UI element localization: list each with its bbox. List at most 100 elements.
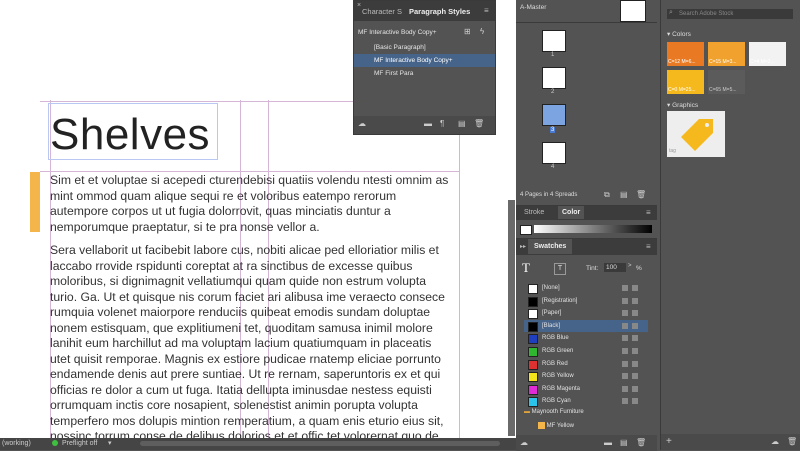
swatch-item[interactable]: RGB Cyan xyxy=(524,395,648,408)
page-thumbnail-selected[interactable] xyxy=(542,104,566,126)
master-label: A-Master xyxy=(520,4,547,11)
status-bar: (working) Preflight off ▾ xyxy=(0,438,516,450)
pages-panel[interactable]: A-Master 1 2 3 4 4 Pages in 4 Spreads ⧉ … xyxy=(516,0,657,205)
color-type-icon xyxy=(632,385,638,392)
master-thumbnail[interactable] xyxy=(620,0,646,22)
library-color-label: C=15 M=3... xyxy=(709,59,737,65)
tab-color[interactable]: Color xyxy=(558,206,585,219)
fill-text-icon[interactable]: T xyxy=(522,260,530,276)
panel-menu-icon[interactable]: ≡ xyxy=(646,242,651,251)
folder-icon[interactable]: ▬ xyxy=(424,119,432,128)
swatch-item[interactable]: RGB Green xyxy=(524,345,648,357)
close-icon[interactable]: × xyxy=(357,2,361,9)
collapse-icon[interactable]: ▸▸ xyxy=(520,243,526,250)
swatch-item[interactable]: RGB Magenta xyxy=(524,383,648,395)
swatch-label: RGB Red xyxy=(542,360,568,367)
swatch-label: [Black] xyxy=(542,322,561,329)
new-style-icon[interactable]: ▤ xyxy=(458,119,466,128)
preflight-label[interactable]: Preflight off xyxy=(62,440,97,447)
horizontal-scrollbar[interactable] xyxy=(140,441,500,446)
new-swatch-icon[interactable]: ▤ xyxy=(620,438,628,447)
preflight-status-icon xyxy=(52,440,58,446)
search-input[interactable]: ⌕ Search Adobe Stock xyxy=(667,9,793,19)
library-color-swatch[interactable]: C=12 M=6... xyxy=(667,42,704,66)
vertical-scrollbar[interactable] xyxy=(508,200,515,436)
working-label: (working) xyxy=(2,440,31,447)
swatch-label: [Registration] xyxy=(542,297,578,304)
style-item-selected[interactable]: MF Interactive Body Copy+ xyxy=(354,54,495,67)
tab-swatches[interactable]: Swatches xyxy=(528,239,573,254)
trash-icon[interactable]: 🗑 xyxy=(787,437,797,446)
library-color-label: C=12 M=6... xyxy=(668,59,696,65)
swatch-label: [None] xyxy=(542,285,560,291)
swatch-chip xyxy=(528,397,538,408)
none-swatch-icon[interactable] xyxy=(520,225,532,235)
library-graphic-thumbnail[interactable]: tag xyxy=(667,111,725,157)
style-item[interactable]: [Basic Paragraph] xyxy=(354,41,495,54)
library-color-label: C=4 M=2... xyxy=(750,59,775,65)
swatch-item[interactable]: [None] xyxy=(524,282,648,294)
accent-bar xyxy=(30,172,40,232)
swatch-group-label: Maynooth Furniture xyxy=(531,409,584,415)
swatch-item[interactable]: RGB Blue xyxy=(524,332,648,345)
margin-guide xyxy=(459,100,460,438)
page-thumbnail[interactable] xyxy=(542,67,566,89)
page-thumbnail[interactable] xyxy=(542,142,566,164)
style-item[interactable]: MF First Para xyxy=(354,67,495,80)
cloud-sync-icon[interactable]: ☁ xyxy=(771,437,779,446)
tab-stroke[interactable]: Stroke xyxy=(524,209,544,216)
library-color-swatch[interactable]: C=15 M=3... xyxy=(708,42,745,66)
trash-icon[interactable]: 🗑 xyxy=(636,190,646,199)
graphic-caption: tag xyxy=(669,148,676,154)
tab-paragraph-styles[interactable]: Paragraph Styles xyxy=(409,7,470,16)
colors-heading[interactable]: ▾ Colors xyxy=(667,30,691,38)
swatch-item[interactable]: [Paper] xyxy=(524,307,648,320)
swatch-item-selected[interactable]: [Black] xyxy=(524,319,648,332)
chevron-right-icon[interactable]: > xyxy=(628,263,632,269)
tint-input[interactable]: 100 xyxy=(604,263,626,272)
page-thumbnail[interactable] xyxy=(542,30,566,52)
library-color-swatch[interactable]: C=65 M=5... xyxy=(708,70,745,94)
page-size-icon[interactable]: ⧉ xyxy=(604,190,610,200)
swatch-item[interactable]: RGB Yellow xyxy=(524,370,648,383)
paragraph-styles-panel[interactable]: × Character S Paragraph Styles ≡ MF Inte… xyxy=(353,0,496,135)
swatch-label: RGB Yellow xyxy=(542,373,574,380)
swatch-item[interactable]: RGB Red xyxy=(524,358,648,370)
tint-ramp[interactable] xyxy=(534,225,652,233)
panel-menu-icon[interactable]: ≡ xyxy=(484,6,489,15)
chevron-down-icon[interactable]: ▾ xyxy=(108,439,112,447)
library-color-swatch[interactable]: C=4 M=2... xyxy=(749,42,786,66)
lightning-icon[interactable]: ϟ xyxy=(480,27,484,36)
create-style-group-icon[interactable]: ⊞ xyxy=(464,27,471,36)
clear-overrides-icon[interactable]: ¶ xyxy=(440,119,444,128)
add-icon[interactable]: + xyxy=(666,436,672,447)
swatch-group[interactable]: ▬ Maynooth Furniture xyxy=(524,409,584,415)
stroke-color-panel[interactable]: Stroke Color ≡ xyxy=(516,205,657,239)
pages-summary: 4 Pages in 4 Spreads xyxy=(520,192,578,198)
libraries-panel[interactable]: ⌕ Search Adobe Stock ▾ Colors C=12 M=6..… xyxy=(660,0,800,450)
format-text-icon[interactable]: T xyxy=(554,263,566,275)
trash-icon[interactable]: 🗑 xyxy=(636,438,646,447)
library-color-swatch[interactable]: C=0 M=25... xyxy=(667,70,704,94)
swatches-panel[interactable]: ▸▸ Swatches ≡ T T Tint: 100 > % [None] [R… xyxy=(516,238,657,451)
swatch-label: RGB Blue xyxy=(542,335,569,342)
new-page-icon[interactable]: ▤ xyxy=(620,190,628,199)
panel-footer: ☁ ▬ ▤ 🗑 xyxy=(516,435,657,451)
color-mode-icon xyxy=(622,373,628,380)
folder-icon[interactable]: ▬ xyxy=(604,438,612,447)
search-icon: ⌕ xyxy=(669,9,673,16)
tab-character-styles[interactable]: Character S xyxy=(362,7,402,16)
graphics-heading[interactable]: ▾ Graphics xyxy=(667,101,698,109)
color-mode-icon xyxy=(622,348,628,354)
swatch-item[interactable]: [Registration] xyxy=(524,295,648,307)
color-type-icon xyxy=(632,335,638,342)
current-style-label: MF Interactive Body Copy+ xyxy=(358,29,437,36)
cloud-icon[interactable]: ☁ xyxy=(520,438,528,447)
panel-menu-icon[interactable]: ≡ xyxy=(646,208,651,217)
cloud-icon[interactable]: ☁ xyxy=(358,119,366,128)
divider xyxy=(516,22,657,23)
swatch-chip xyxy=(528,296,538,307)
trash-icon[interactable]: 🗑 xyxy=(474,119,484,128)
swatch-item[interactable]: MF Yellow xyxy=(538,422,574,429)
swatch-label: RGB Cyan xyxy=(542,398,571,405)
